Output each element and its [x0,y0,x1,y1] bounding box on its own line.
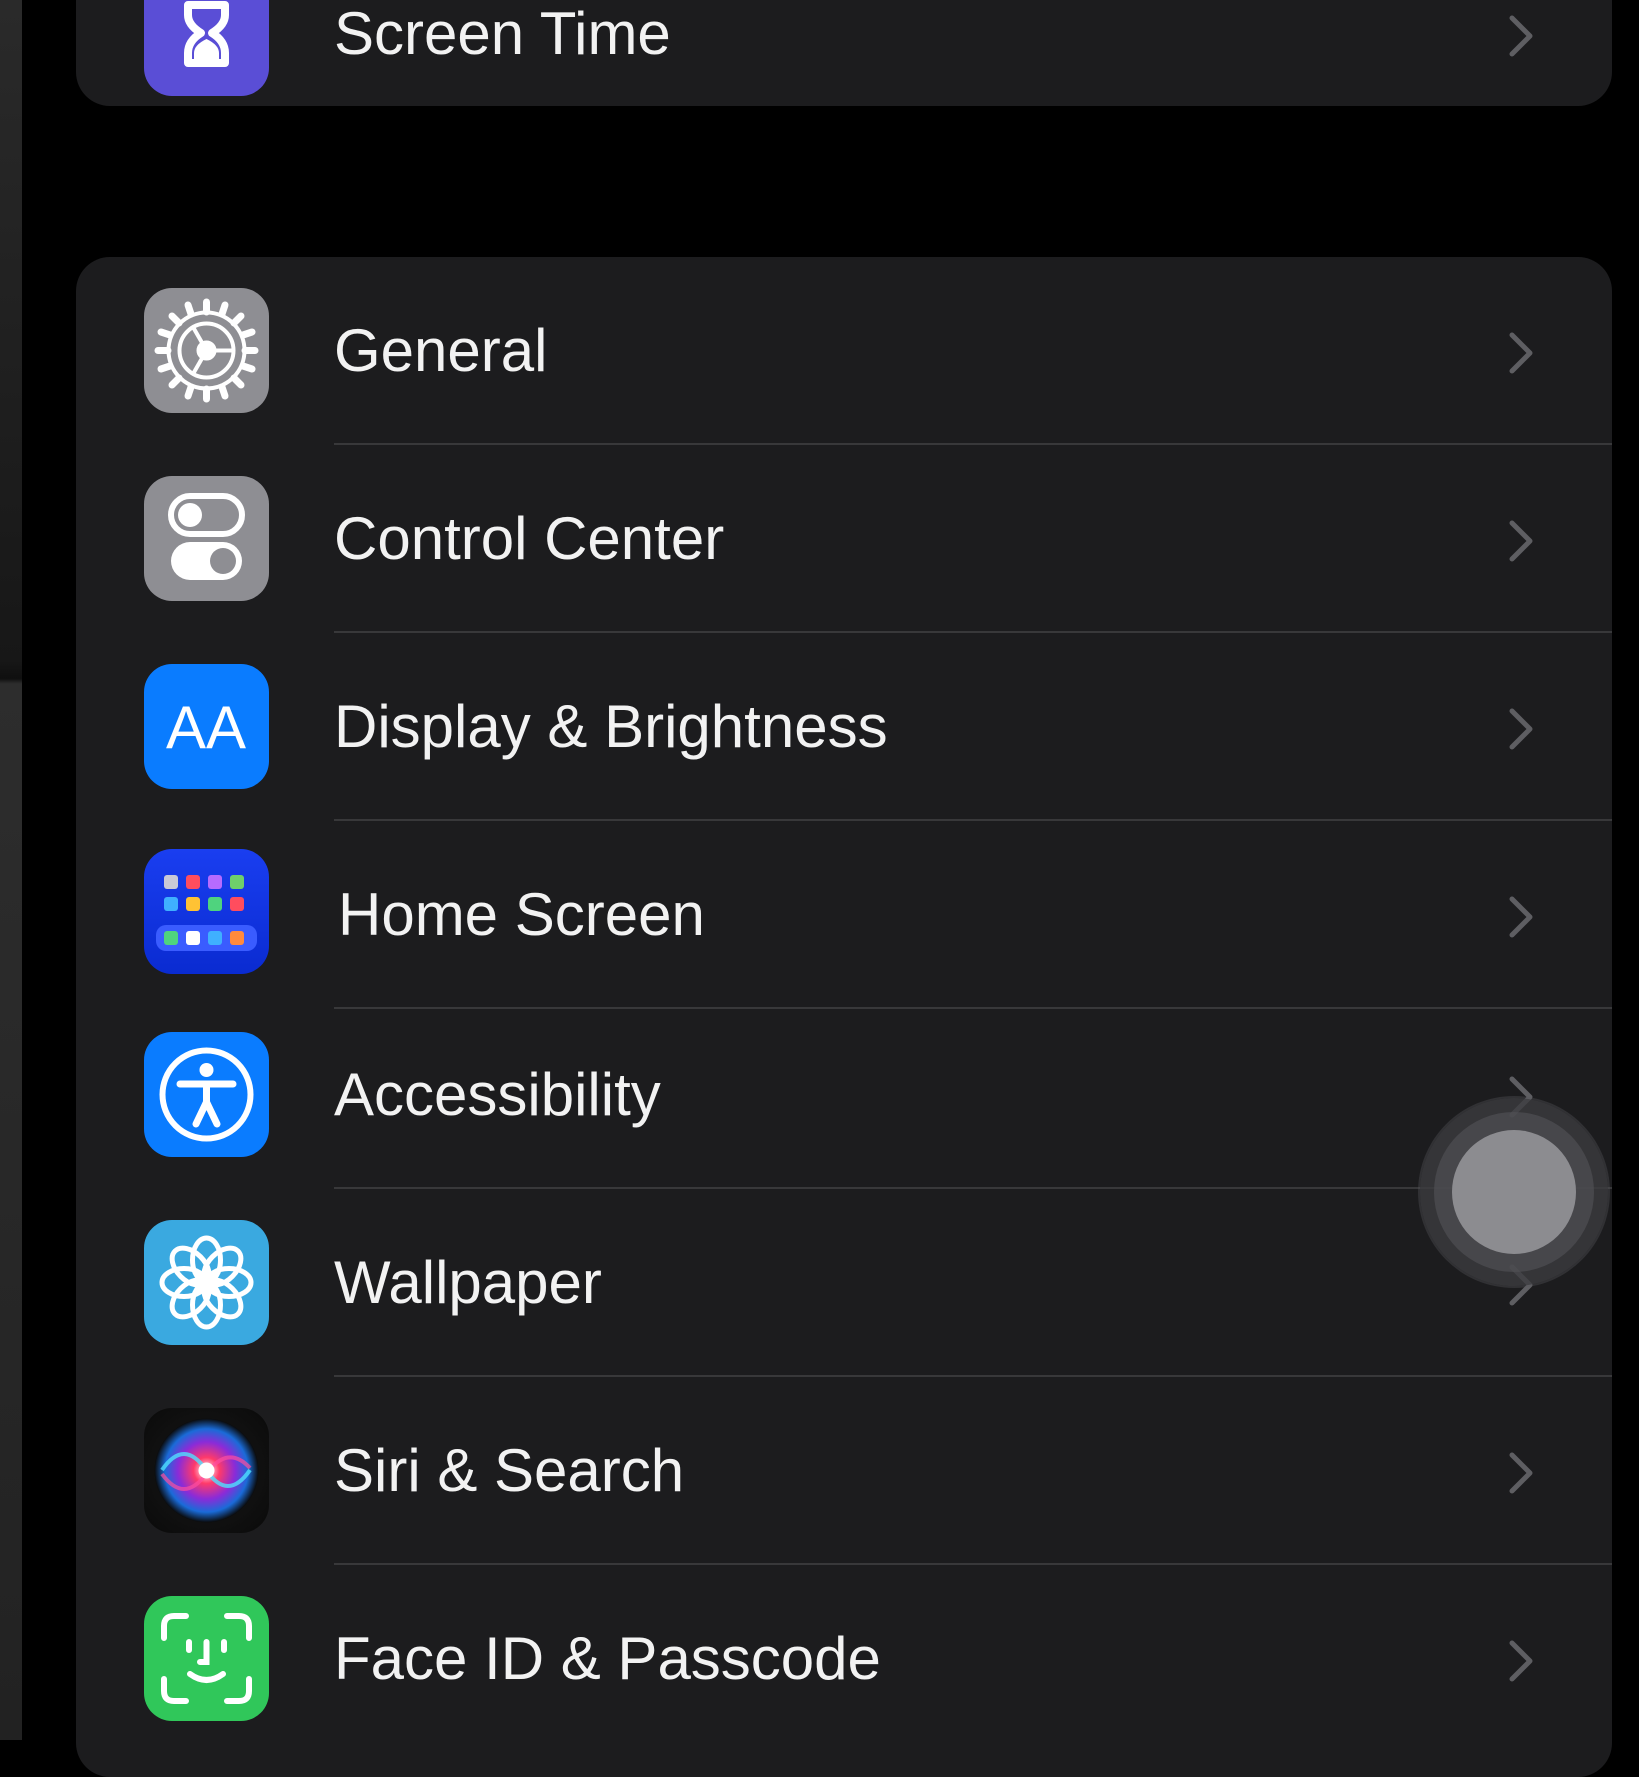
row-label: Face ID & Passcode [334,1625,881,1692]
row-label: Wallpaper [334,1249,602,1316]
hourglass-icon [144,0,269,96]
chevron-right-icon [1508,1639,1534,1688]
toggles-icon [144,476,269,601]
row-label: Display & Brightness [334,693,888,760]
background-edge [0,0,22,1740]
row-label: Siri & Search [334,1437,685,1504]
text-size-icon: AA [144,664,269,789]
row-label: Control Center [334,505,725,572]
chevron-right-icon [1508,331,1534,380]
row-label: General [334,317,548,384]
row-accessibility[interactable]: Accessibility [76,1001,1612,1189]
row-label: Accessibility [334,1061,661,1128]
row-face-id-passcode[interactable]: Face ID & Passcode [76,1565,1612,1753]
chevron-right-icon [1508,895,1534,944]
chevron-right-icon [1508,707,1534,756]
row-general[interactable]: General [76,257,1612,445]
row-control-center[interactable]: Control Center [76,445,1612,633]
row-display-brightness[interactable]: AA Display & Brightness [76,633,1612,821]
settings-screen: { "colors": { "background": "#000000", "… [0,0,1639,1777]
chevron-right-icon [1508,1451,1534,1500]
accessibility-icon [144,1032,269,1157]
assistive-touch-icon [1452,1130,1576,1254]
row-label: Home Screen [338,881,705,948]
row-siri-search[interactable]: Siri & Search [76,1377,1612,1565]
chevron-right-icon [1508,14,1534,63]
assistive-touch-button[interactable] [1420,1098,1608,1286]
settings-group-main: General Control Center AA Display & Brig… [76,257,1612,1777]
row-home-screen[interactable]: Home Screen [76,821,1612,1009]
row-screen-time[interactable]: Screen Time [76,0,1612,106]
text-size-glyph: AA [166,694,246,761]
row-label: Screen Time [334,0,671,67]
gear-icon [144,288,269,413]
row-wallpaper[interactable]: Wallpaper [76,1189,1612,1377]
settings-group-top: Screen Time [76,0,1612,106]
face-id-icon [144,1596,269,1721]
flower-icon [144,1220,269,1345]
app-grid-icon [144,849,269,974]
chevron-right-icon [1508,519,1534,568]
siri-icon [144,1408,269,1533]
